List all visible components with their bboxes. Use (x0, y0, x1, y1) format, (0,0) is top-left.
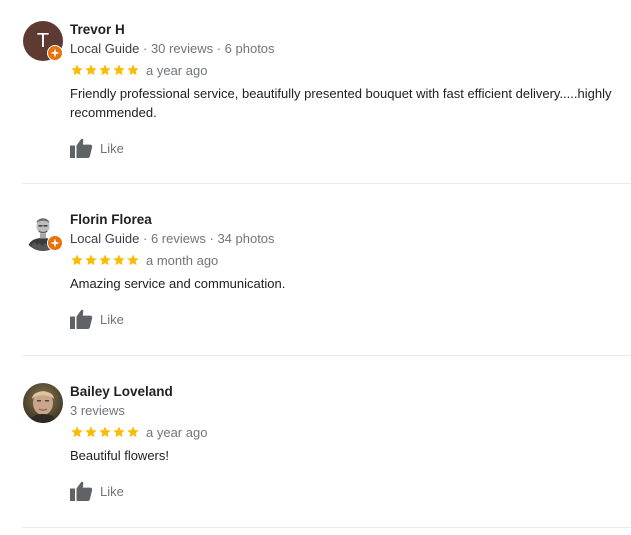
star-icon (71, 254, 83, 266)
reviewer-meta: Local Guide · 6 reviews · 34 photos (70, 230, 631, 247)
reviewer-name[interactable]: Trevor H (70, 21, 631, 39)
rating-row: a year ago (70, 62, 631, 78)
local-guide-label: Local Guide (70, 231, 140, 246)
local-guide-badge-icon (47, 45, 63, 61)
review-content: Trevor H Local Guide · 30 reviews · 6 ph… (70, 20, 631, 159)
like-label: Like (100, 311, 124, 327)
review-content: Bailey Loveland 3 reviews a year ago Bea… (70, 382, 631, 502)
reviews-count: 3 reviews (70, 403, 125, 418)
star-icon (85, 254, 97, 266)
photos-count: 34 photos (217, 231, 275, 246)
local-guide-badge-icon (47, 235, 63, 251)
star-icon (71, 426, 83, 438)
star-icon (85, 426, 97, 438)
star-icon (127, 254, 139, 266)
star-icon (113, 426, 125, 438)
star-rating (70, 63, 140, 77)
star-icon (99, 64, 111, 76)
reviewer-name[interactable]: Bailey Loveland (70, 383, 631, 401)
rating-row: a month ago (70, 252, 631, 268)
star-rating (70, 425, 140, 439)
review-date: a month ago (146, 252, 219, 268)
meta-separator: · (139, 41, 151, 56)
like-button[interactable]: Like (70, 137, 631, 159)
review-date: a year ago (146, 62, 208, 78)
thumbs-up-icon (70, 309, 93, 329)
review-divider (22, 355, 631, 356)
review-date: a year ago (146, 424, 208, 440)
avatar-wrap: T (23, 21, 63, 61)
star-icon (99, 426, 111, 438)
reviews-count: 30 reviews (150, 41, 214, 56)
meta-separator: · (139, 231, 151, 246)
star-icon (127, 426, 139, 438)
star-icon (127, 64, 139, 76)
review-text: Friendly professional service, beautiful… (70, 86, 612, 120)
reviewer-meta: 3 reviews (70, 402, 631, 419)
reviews-count: 6 reviews (150, 231, 206, 246)
review-text: Amazing service and communication. (70, 276, 286, 291)
star-icon (85, 64, 97, 76)
avatar-wrap (23, 211, 63, 251)
like-label: Like (100, 140, 124, 156)
avatar-wrap (23, 383, 63, 423)
avatar[interactable] (23, 383, 63, 423)
like-button[interactable]: Like (70, 480, 631, 502)
review-divider (22, 183, 631, 184)
thumbs-up-icon (70, 138, 93, 158)
star-rating (70, 253, 140, 267)
star-icon (99, 254, 111, 266)
thumbs-up-icon (70, 481, 93, 501)
star-icon (71, 64, 83, 76)
like-label: Like (100, 483, 124, 499)
reviewer-meta: Local Guide · 30 reviews · 6 photos (70, 40, 631, 57)
star-icon (113, 254, 125, 266)
photos-count: 6 photos (224, 41, 275, 56)
rating-row: a year ago (70, 424, 631, 440)
like-button[interactable]: Like (70, 308, 631, 330)
star-icon (113, 64, 125, 76)
review-divider (22, 527, 631, 528)
review-content: Florin Florea Local Guide · 6 reviews · … (70, 210, 631, 330)
review-text: Beautiful flowers! (70, 448, 169, 463)
meta-separator: · (205, 231, 218, 246)
local-guide-label: Local Guide (70, 41, 140, 56)
meta-separator: · (213, 41, 225, 56)
reviewer-name[interactable]: Florin Florea (70, 211, 631, 229)
